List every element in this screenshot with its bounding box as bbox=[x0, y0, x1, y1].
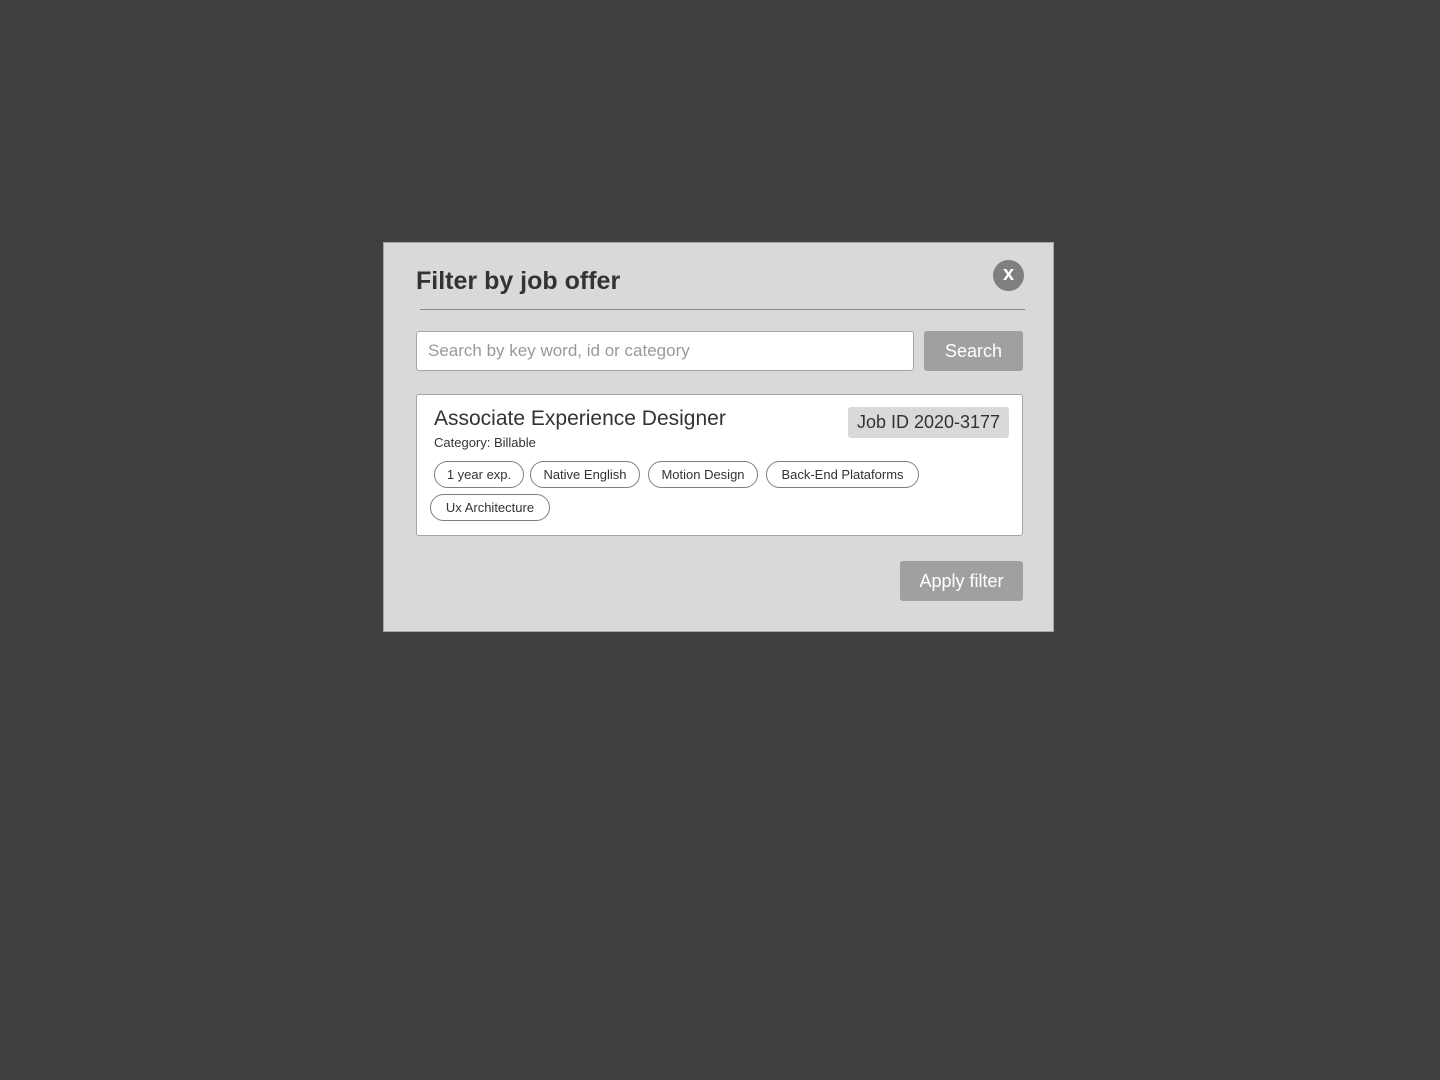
tag-chip[interactable]: 1 year exp. bbox=[434, 461, 524, 488]
search-input[interactable] bbox=[416, 331, 914, 371]
close-icon[interactable]: x bbox=[993, 260, 1024, 291]
search-button[interactable]: Search bbox=[924, 331, 1023, 371]
job-id-badge: Job ID 2020-3177 bbox=[848, 407, 1009, 438]
job-title: Associate Experience Designer bbox=[434, 407, 726, 430]
modal-title: Filter by job offer bbox=[416, 267, 621, 295]
job-category: Category: Billable bbox=[434, 435, 536, 450]
job-offer-card[interactable]: Associate Experience Designer Category: … bbox=[416, 394, 1023, 536]
tag-chip[interactable]: Back-End Plataforms bbox=[766, 461, 919, 488]
tag-chip[interactable]: Motion Design bbox=[648, 461, 758, 488]
divider bbox=[420, 309, 1025, 310]
tag-chip[interactable]: Native English bbox=[530, 461, 640, 488]
filter-modal: Filter by job offer x Search Associate E… bbox=[383, 242, 1054, 632]
tag-chip[interactable]: Ux Architecture bbox=[430, 494, 550, 521]
apply-filter-button[interactable]: Apply filter bbox=[900, 561, 1023, 601]
